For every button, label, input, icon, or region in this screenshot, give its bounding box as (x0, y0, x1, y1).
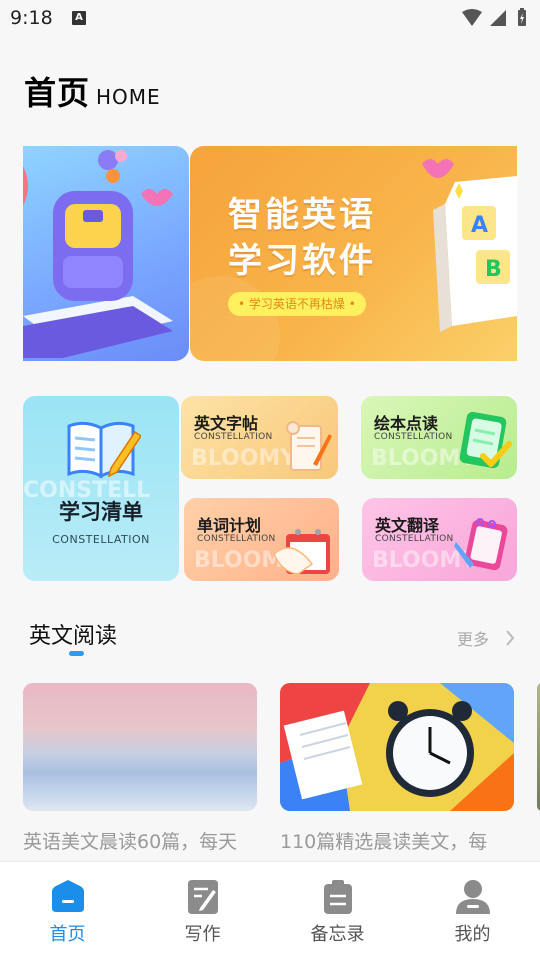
word-plan-sub: CONSTELLATION (197, 534, 276, 544)
home-icon (51, 880, 84, 912)
tab-write[interactable]: 写作 (135, 862, 270, 960)
banner-slide-previous[interactable] (23, 146, 189, 361)
tab-memo[interactable]: 备忘录 (270, 862, 405, 960)
backpack-illustration (23, 150, 173, 358)
translate-label: 英文翻译 (375, 516, 440, 535)
study-list-tile[interactable]: CONSTELL 学习清单 CONSTELLATION (23, 396, 179, 581)
write-icon (187, 880, 218, 914)
page-header: 首页 HOME (24, 68, 161, 112)
more-link[interactable]: 更多 (457, 626, 489, 650)
copybook-sub: CONSTELLATION (194, 432, 273, 442)
tab-profile[interactable]: 我的 (405, 862, 540, 960)
tab-home-label: 首页 (49, 924, 86, 945)
tab-profile-label: 我的 (454, 924, 491, 945)
notebook-pen-icon (454, 518, 508, 571)
memo-icon (323, 880, 352, 914)
tab-home[interactable]: 首页 (0, 862, 135, 960)
tab-memo-label: 备忘录 (310, 924, 365, 945)
section-title-underline (69, 651, 84, 656)
notification-a-icon: A (72, 11, 86, 25)
picture-book-sub: CONSTELLATION (374, 432, 453, 442)
banner-heading-line-1: 智能英语 (228, 195, 376, 235)
status-time: 9:18 (10, 7, 53, 29)
article-thumbnail-clock (280, 683, 514, 811)
bottom-tab-bar: 首页 写作 备忘录 我的 (0, 861, 540, 960)
banner-heading-line-2: 学习软件 (228, 241, 376, 281)
article-title: 110篇精选晨读美文，每 (280, 831, 488, 853)
picture-book-tile[interactable]: BLOOMY 绘本点读 CONSTELLATION (361, 396, 517, 479)
word-plan-label: 单词计划 (197, 516, 262, 535)
banner-heading: 智能英语 学习软件 (228, 192, 376, 284)
svg-text:B: B (485, 257, 502, 282)
study-list-sub: CONSTELLATION (52, 533, 150, 546)
banner-tagline: • 学习英语不再枯燥 • (228, 292, 366, 316)
tile-watermark: BLOOMY (191, 446, 297, 471)
section-title: 英文阅读 (29, 624, 118, 649)
copybook-tile[interactable]: BLOOMY 英文字帖 CONSTELLATION (181, 396, 338, 479)
word-plan-tile[interactable]: BLOOMY 单词计划 CONSTELLATION (184, 498, 339, 581)
cell-signal-icon (490, 10, 506, 26)
article-card[interactable]: 110篇精选晨读美文，每 (280, 683, 514, 863)
profile-icon (455, 880, 490, 914)
tab-write-label: 写作 (184, 924, 221, 945)
page-subtitle: HOME (96, 85, 161, 109)
translate-sub: CONSTELLATION (375, 534, 454, 544)
calendar-icon (273, 529, 330, 575)
page-title: 首页 (24, 74, 91, 112)
article-title: 英语美文晨读60篇，每天 (23, 831, 238, 853)
status-bar: 9:18 A (0, 0, 540, 36)
study-list-label: 学习清单 (59, 500, 143, 524)
banner-slide-current[interactable]: A B 智能英语 学习软件 • 学习英语不再枯燥 • (190, 146, 517, 361)
scroll-quill-icon (286, 421, 332, 471)
translate-tile[interactable]: BLOOMY 英文翻译 CONSTELLATION (362, 498, 517, 581)
chevron-right-icon[interactable] (505, 629, 515, 647)
wifi-icon (462, 9, 482, 26)
article-card[interactable]: 英语美文晨读60篇，每天 (23, 683, 257, 863)
article-thumbnail-sunset (23, 683, 257, 811)
open-book-pencil-icon (67, 421, 141, 479)
svg-text:A: A (471, 213, 488, 238)
copybook-label: 英文字帖 (194, 414, 259, 433)
clock-notebook-illustration (280, 683, 514, 811)
checklist-icon (459, 411, 512, 469)
picture-book-label: 绘本点读 (374, 414, 439, 433)
system-status-icons (462, 8, 526, 26)
